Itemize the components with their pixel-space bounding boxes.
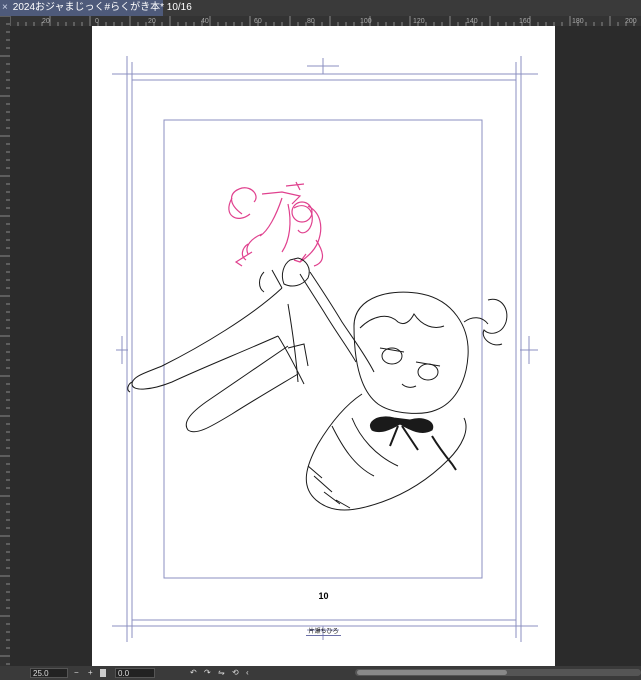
zoom-in-button[interactable]: +: [88, 668, 96, 678]
ruler-label: 20: [42, 18, 50, 25]
ruler-label: 160: [519, 18, 531, 25]
ruler-label: 80: [307, 18, 315, 25]
manga-page: 10 片瀬ちひろ: [92, 26, 555, 666]
registration-marks: [116, 58, 538, 640]
rotate-right-icon[interactable]: ↷: [204, 668, 214, 678]
flip-icon[interactable]: ⇋: [218, 668, 228, 678]
page-number: 10: [318, 591, 329, 601]
tab-close-icon[interactable]: ×: [2, 0, 10, 16]
zoom-out-button[interactable]: −: [74, 668, 82, 678]
ruler-label: 60: [254, 18, 262, 25]
horizontal-ruler: 20 0 20 40 60 80 100 120 140 160 180 200: [10, 16, 641, 26]
tab-title: 2024おジャまじっく#らくがき本* 10/16: [12, 2, 192, 13]
document-tab-bar: × 2024おジャまじっく#らくがき本* 10/16: [0, 0, 641, 16]
reset-icon[interactable]: ⟲: [232, 668, 242, 678]
ruler-label: 20: [148, 18, 156, 25]
author-credit: 片瀬ちひろ: [92, 626, 555, 636]
ruler-label: 140: [466, 18, 478, 25]
rotation-field[interactable]: 0.0: [115, 668, 155, 678]
horizontal-scrollbar[interactable]: [355, 669, 641, 676]
ruler-label: 100: [360, 18, 372, 25]
bleed-frame: [126, 73, 522, 627]
canvas-area[interactable]: 10 片瀬ちひろ: [10, 26, 641, 666]
ruler-label: 180: [572, 18, 584, 25]
ruler-label: 0: [95, 18, 99, 25]
trim-frame: [131, 79, 517, 621]
ruler-label: 200: [625, 18, 637, 25]
author-name: 片瀬ちひろ: [306, 629, 341, 636]
basic-frame: [163, 119, 483, 579]
vertical-ruler: [0, 16, 10, 666]
rotate-left-icon[interactable]: ↶: [190, 668, 200, 678]
zoom-field[interactable]: 25.0: [30, 668, 68, 678]
document-tab[interactable]: × 2024おジャまじっく#らくがき本* 10/16: [0, 0, 192, 16]
ruler-label: 120: [413, 18, 425, 25]
pink-sketch: [228, 181, 324, 267]
line-art-girl: [127, 257, 508, 511]
brush-size-marker-icon[interactable]: [100, 669, 106, 677]
ruler-label: 40: [201, 18, 209, 25]
page-artwork: [112, 56, 538, 642]
crop-marks: [112, 56, 538, 642]
status-bar: 25.0 − + 0.0 ↶ ↷ ⇋ ⟲ ‹: [0, 666, 641, 680]
scroll-left-icon[interactable]: ‹: [246, 668, 256, 678]
scrollbar-thumb[interactable]: [357, 670, 507, 675]
